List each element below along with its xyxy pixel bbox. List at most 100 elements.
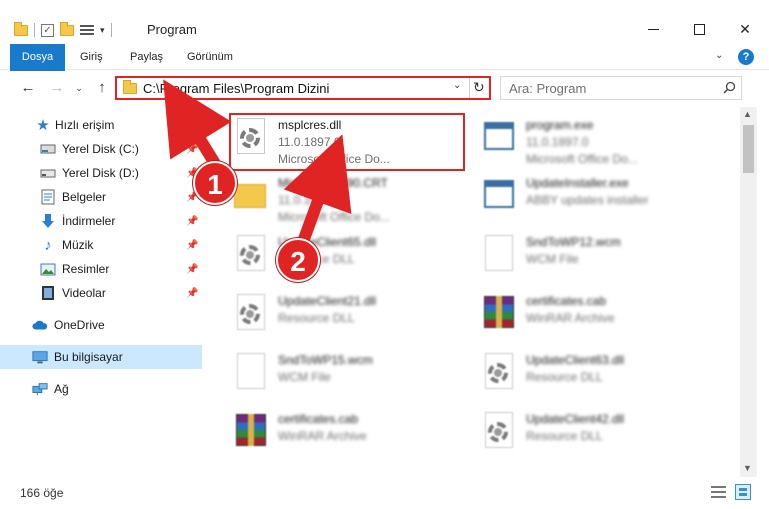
sidebar-item-label: Müzik — [62, 238, 94, 252]
pin-icon[interactable]: 📌 — [186, 216, 198, 227]
exe-icon — [480, 118, 516, 162]
file-item[interactable]: UpdateClient65.dll Resource DLL — [232, 229, 472, 285]
maximize-icon — [693, 23, 705, 35]
step-badge-2: 2 — [276, 238, 320, 282]
drive-icon — [40, 141, 56, 157]
search-icon[interactable] — [723, 81, 736, 94]
winrar-icon — [480, 294, 516, 338]
sidebar-item-quick-access[interactable]: ★ Hızlı erişim — [0, 113, 202, 137]
file-item[interactable]: certificates.cab WinRAR Archive — [232, 406, 472, 462]
dll-icon — [232, 294, 268, 338]
file-name: UpdateClient21.dll — [278, 294, 377, 308]
blank-file-icon — [232, 353, 268, 397]
exe-icon — [480, 176, 516, 220]
file-description: Microsoft Office Do... — [278, 210, 390, 224]
sidebar-item-label: İndirmeler — [62, 214, 116, 228]
file-description: Microsoft Office Do... — [278, 152, 390, 166]
search-input[interactable] — [509, 80, 709, 96]
chevron-down-icon[interactable]: ⌄ — [453, 80, 461, 91]
scroll-down-icon[interactable]: ▼ — [743, 463, 752, 473]
cloud-icon — [32, 317, 48, 333]
sidebar-item-this-pc[interactable]: Bu bilgisayar — [0, 345, 202, 369]
up-button[interactable]: ↑ — [92, 77, 112, 99]
close-button[interactable]: ✕ — [722, 14, 768, 44]
file-item[interactable]: program.exe 11.0.1897.0 Microsoft Office… — [480, 112, 720, 168]
file-item[interactable]: UpdateClient63.dll Resource DLL — [480, 347, 720, 403]
details-view-icon[interactable] — [711, 486, 726, 498]
file-name: Microsoft.VC90.CRT — [278, 176, 388, 190]
recent-locations-button[interactable]: ⌄ — [72, 77, 86, 99]
file-item[interactable]: UpdateClient42.dll Resource DLL — [480, 406, 720, 462]
refresh-icon[interactable]: ↻ — [473, 79, 485, 96]
file-name: certificates.cab — [278, 412, 359, 426]
file-name: UpdateClient42.dll — [526, 412, 625, 426]
file-item[interactable]: SndToWP12.wcm WCM File — [480, 229, 720, 285]
vertical-scrollbar[interactable]: ▲ ▼ — [740, 107, 757, 477]
tiles-view-icon[interactable] — [735, 484, 751, 500]
help-icon[interactable]: ? — [738, 49, 754, 65]
tab-view[interactable]: Görünüm — [175, 44, 245, 70]
customize-toolbar-icon[interactable] — [80, 24, 94, 37]
sidebar-item-label: Yerel Disk (D:) — [62, 166, 139, 180]
address-bar[interactable]: C:\Program Files\Program Dizini ⌄ ↻ — [115, 76, 491, 100]
file-name: UpdateClient63.dll — [526, 353, 625, 367]
pin-icon[interactable]: 📌 — [186, 240, 198, 251]
minimize-button[interactable] — [630, 14, 676, 44]
maximize-button[interactable] — [676, 14, 722, 44]
sidebar-item-label: Videolar — [62, 286, 106, 300]
sidebar-item-pictures[interactable]: Resimler 📌 — [0, 257, 202, 281]
music-icon: ♪ — [44, 236, 52, 254]
navigation-pane: ★ Hızlı erişim Yerel Disk (C:) 📌 Yerel D… — [0, 107, 202, 477]
sidebar-item-disk-c[interactable]: Yerel Disk (C:) 📌 — [0, 137, 202, 161]
tab-home[interactable]: Giriş — [68, 44, 115, 70]
winrar-icon — [232, 412, 268, 456]
address-path[interactable]: C:\Program Files\Program Dizini — [143, 81, 329, 96]
pin-icon[interactable]: 📌 — [186, 264, 198, 275]
file-name: program.exe — [526, 118, 594, 132]
file-name: certificates.cab — [526, 294, 607, 308]
sidebar-item-label: Yerel Disk (C:) — [62, 142, 139, 156]
file-item[interactable]: Microsoft.VC90.CRT 11.0.1897.0 Microsoft… — [232, 170, 472, 226]
star-icon: ★ — [36, 117, 50, 134]
file-version: 11.0.1897.0 — [278, 193, 341, 207]
file-name: UpdateInstaller.exe — [526, 176, 629, 190]
sidebar-item-label: Bu bilgisayar — [54, 350, 123, 364]
ribbon-tabs: Dosya Giriş Paylaş Görünüm ⌄ ? — [0, 44, 769, 100]
tab-share[interactable]: Paylaş — [118, 44, 175, 70]
folder-icon — [232, 176, 268, 220]
new-folder-icon[interactable] — [60, 21, 74, 36]
properties-check-icon[interactable]: ✓ — [41, 23, 54, 37]
chevron-down-icon[interactable]: ▾ — [100, 25, 105, 36]
videos-icon — [40, 285, 56, 301]
minimize-icon — [647, 28, 659, 30]
pin-icon[interactable]: 📌 — [186, 144, 198, 155]
back-button[interactable]: ← — [18, 77, 38, 99]
file-item[interactable]: msplcres.dll 11.0.1897.0 Microsoft Offic… — [232, 112, 472, 168]
sidebar-item-videos[interactable]: Videolar 📌 — [0, 281, 202, 305]
file-type: WCM File — [278, 370, 331, 384]
sidebar-item-music[interactable]: ♪ Müzik 📌 — [0, 233, 202, 257]
file-item[interactable]: certificates.cab WinRAR Archive — [480, 288, 720, 344]
documents-icon — [40, 189, 56, 205]
file-type: WinRAR Archive — [526, 311, 615, 325]
scroll-thumb[interactable] — [743, 125, 754, 173]
navigation-bar: ← → ⌄ ↑ C:\Program Files\Program Dizini … — [0, 71, 769, 105]
sidebar-item-documents[interactable]: Belgeler 📌 — [0, 185, 202, 209]
sidebar-item-downloads[interactable]: İndirmeler 📌 — [0, 209, 202, 233]
sidebar-item-network[interactable]: Ağ — [0, 377, 202, 401]
file-item[interactable]: SndToWP15.wcm WCM File — [232, 347, 472, 403]
file-description: ABBY updates installer — [526, 193, 649, 207]
file-item[interactable]: UpdateInstaller.exe ABBY updates install… — [480, 170, 720, 226]
pin-icon[interactable]: 📌 — [186, 288, 198, 299]
computer-icon — [32, 349, 48, 365]
close-icon: ✕ — [739, 20, 751, 37]
folder-icon[interactable] — [14, 21, 28, 36]
expand-ribbon-icon[interactable]: ⌄ — [715, 50, 723, 61]
file-item[interactable]: UpdateClient21.dll Resource DLL — [232, 288, 472, 344]
scroll-up-icon[interactable]: ▲ — [743, 109, 752, 119]
sidebar-item-onedrive[interactable]: OneDrive — [0, 313, 202, 337]
sidebar-item-disk-d[interactable]: Yerel Disk (D:) 📌 — [0, 161, 202, 185]
file-type: WCM File — [526, 252, 579, 266]
search-box[interactable] — [500, 76, 742, 100]
forward-button[interactable]: → — [47, 77, 67, 99]
